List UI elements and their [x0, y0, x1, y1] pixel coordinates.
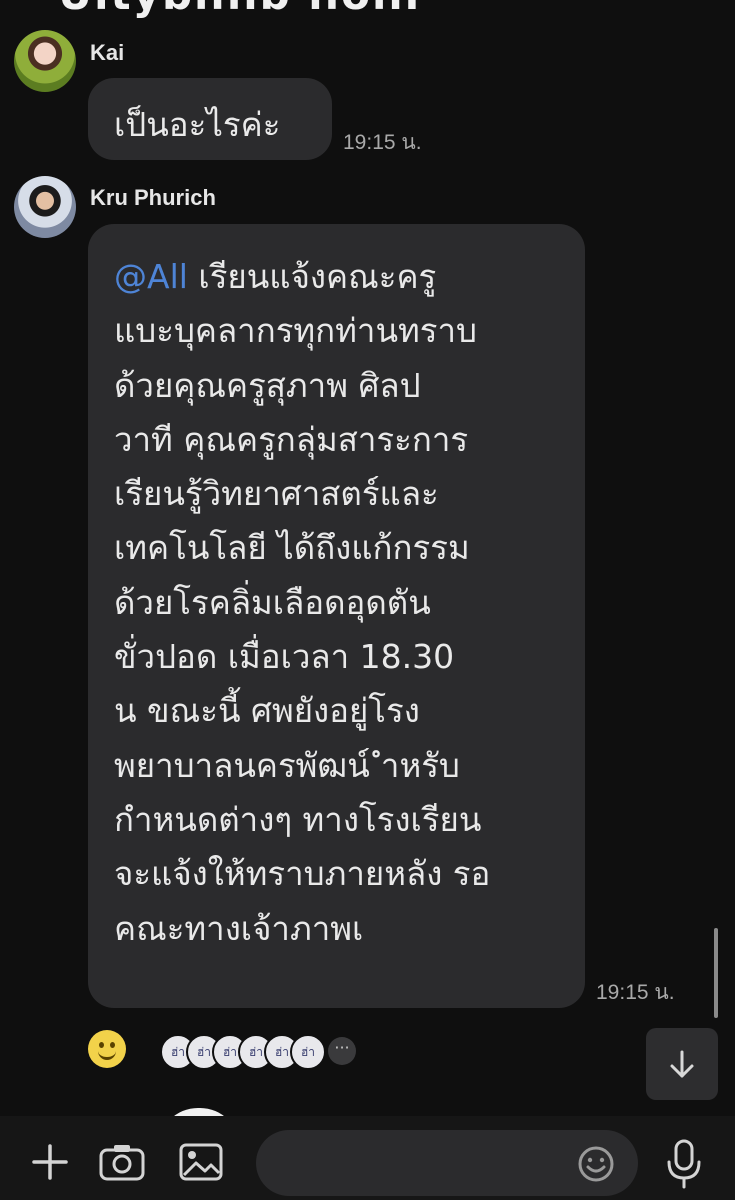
message-line: วาที คุณครูกลุ่มสาระการ [114, 419, 469, 459]
more-readers-icon[interactable]: ··· [328, 1037, 356, 1065]
arrow-down-icon [670, 1050, 694, 1078]
chat-title: Ultyblllib ilolii [58, 0, 421, 19]
message-bubble-kru-phurich[interactable]: @All เรียนแจ้งคณะครู แบะบุคลากรทุกท่านทร… [88, 224, 585, 1008]
smile-icon[interactable] [88, 1030, 126, 1068]
message-text: เป็นอะไรค่ะ [114, 105, 281, 144]
scrollbar[interactable] [714, 928, 718, 1018]
mention-all[interactable]: @All [114, 257, 188, 296]
message-line: พยาบาลนครพัฒน์ ำหรับ [114, 745, 460, 785]
avatar-kru-phurich[interactable] [14, 176, 76, 238]
message-bubble-kai[interactable]: เป็นอะไรค่ะ [88, 78, 332, 160]
reader-avatar: ฮ่า [290, 1034, 326, 1070]
emoji-icon[interactable] [576, 1144, 616, 1184]
camera-icon[interactable] [98, 1142, 146, 1182]
avatar-kai[interactable] [14, 30, 76, 92]
image-icon[interactable] [178, 1142, 224, 1182]
message-line: กำหนดต่างๆ ทางโรงเรียน [114, 799, 482, 839]
message-line: เทคโนโลยี ได้ถึงแก้กรรม [114, 528, 470, 568]
message-time: 19:15 น. [596, 981, 675, 1004]
microphone-icon[interactable] [664, 1138, 704, 1190]
message-text: @All เรียนแจ้งคณะครู แบะบุคลากรทุกท่านทร… [114, 250, 574, 956]
message-line: คณะทางเจ้าภาพเ [114, 908, 364, 948]
message-line: ด้วยโรคลิ่มเลือดอุดตัน [114, 582, 431, 622]
message-line: แบะบุคลากรทุกท่านทราบ [114, 311, 477, 351]
message-line: น ขณะนี้ ศพยังอยู่โรง [114, 691, 420, 731]
sender-name-kru-phurich: Kru Phurich [90, 185, 216, 210]
plus-icon[interactable] [30, 1142, 70, 1182]
composer-bar [0, 1116, 735, 1200]
message-line: จะแจ้งให้ทราบภายหลัง รอ [114, 854, 491, 894]
message-line: @All เรียนแจ้งคณะครู [114, 257, 437, 296]
chat-title-cropped: Ultyblllib ilolii [0, 0, 735, 22]
message-line: เรียนรู้วิทยาศาสตร์และ [114, 474, 439, 514]
scroll-down-button[interactable] [646, 1028, 718, 1100]
message-line: ด้วยคุณครูสุภาพ ศิลป [114, 365, 421, 405]
message-line: ขั่วปอด เมื่อเวลา 18.30 [114, 637, 455, 677]
sender-name-kai: Kai [90, 40, 125, 65]
message-time: 19:15 น. [343, 131, 422, 154]
